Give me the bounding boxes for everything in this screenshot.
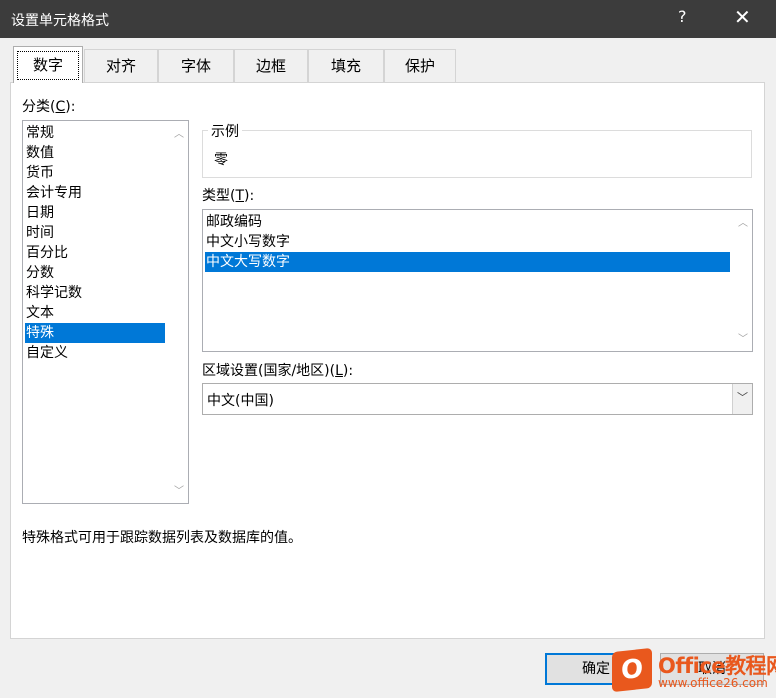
- sample-value: 零: [214, 152, 228, 168]
- list-item[interactable]: 分数: [25, 263, 54, 283]
- chevron-down-icon[interactable]: ﹀: [732, 384, 752, 414]
- category-scrollbar[interactable]: ︿ ﹀: [170, 121, 188, 503]
- tab-label: 保护: [404, 57, 435, 75]
- list-item[interactable]: 科学记数: [25, 283, 82, 303]
- help-button[interactable]: ?: [678, 7, 687, 26]
- list-item[interactable]: 邮政编码: [205, 212, 262, 232]
- scroll-up-icon[interactable]: ︿: [174, 125, 184, 140]
- number-tab-panel: 分类(C): 常规 数值 货币 会计专用 日期 时间 百分比 分数 科学记数 文…: [10, 82, 765, 639]
- list-item[interactable]: 中文小写数字: [205, 232, 290, 252]
- list-item-selected[interactable]: 特殊: [25, 323, 165, 343]
- tab-alignment[interactable]: 对齐: [84, 49, 158, 82]
- list-item[interactable]: 货币: [25, 163, 54, 183]
- category-list[interactable]: 常规 数值 货币 会计专用 日期 时间 百分比 分数 科学记数 文本 特殊 自定…: [22, 120, 189, 504]
- office-logo-icon: O: [612, 647, 652, 693]
- description-text: 特殊格式可用于跟踪数据列表及数据库的值。: [22, 530, 302, 546]
- type-list[interactable]: 邮政编码 中文小写数字 中文大写数字 ︿ ﹀: [202, 209, 753, 352]
- list-item[interactable]: 时间: [25, 223, 54, 243]
- list-item[interactable]: 日期: [25, 203, 54, 223]
- scroll-down-icon[interactable]: ﹀: [174, 482, 184, 497]
- watermark: O Office教程网 www.office26.com: [612, 647, 776, 698]
- type-label: 类型(T):: [202, 188, 255, 204]
- locale-value: 中文(中国): [207, 393, 274, 409]
- list-item[interactable]: 文本: [25, 303, 54, 323]
- list-item[interactable]: 百分比: [25, 243, 68, 263]
- tab-label: 对齐: [105, 57, 136, 75]
- tab-border[interactable]: 边框: [234, 49, 308, 82]
- locale-select[interactable]: 中文(中国) ﹀: [202, 383, 753, 415]
- tab-label: 边框: [255, 57, 286, 75]
- category-label: 分类(C):: [22, 99, 76, 115]
- tab-fill[interactable]: 填充: [308, 49, 384, 82]
- scroll-down-icon[interactable]: ﹀: [738, 330, 748, 345]
- sample-label: 示例: [208, 121, 242, 141]
- locale-label: 区域设置(国家/地区)(L):: [202, 363, 354, 379]
- window-title: 设置单元格格式: [11, 13, 109, 29]
- sample-group: [202, 130, 752, 178]
- type-scrollbar[interactable]: ︿ ﹀: [734, 210, 752, 351]
- watermark-url: www.office26.com: [658, 676, 768, 690]
- tab-label: 填充: [330, 57, 361, 75]
- tab-label: 字体: [180, 57, 211, 75]
- scroll-up-icon[interactable]: ︿: [738, 214, 748, 229]
- list-item[interactable]: 自定义: [25, 343, 68, 363]
- tab-number[interactable]: 数字: [13, 46, 83, 83]
- list-item[interactable]: 常规: [25, 123, 54, 143]
- tab-font[interactable]: 字体: [158, 49, 234, 82]
- tab-protection[interactable]: 保护: [384, 49, 456, 82]
- focus-rect: [17, 51, 79, 80]
- list-item-selected[interactable]: 中文大写数字: [205, 252, 730, 272]
- list-item[interactable]: 会计专用: [25, 183, 82, 203]
- list-item[interactable]: 数值: [25, 143, 54, 163]
- close-button[interactable]: ✕: [734, 5, 751, 29]
- title-bar: 设置单元格格式 ? ✕: [0, 0, 776, 38]
